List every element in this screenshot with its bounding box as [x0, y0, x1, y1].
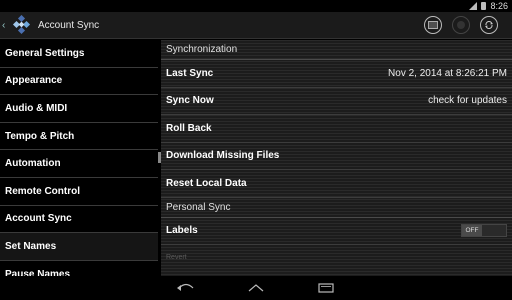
synchronization-header: Synchronization [161, 40, 512, 60]
signal-icon [469, 2, 478, 10]
labels-row: Labels OFF [161, 218, 512, 245]
app-title: Account Sync [38, 19, 100, 31]
roll-back-row[interactable]: Roll Back [161, 115, 512, 143]
back-nav-icon[interactable] [175, 281, 197, 295]
back-chevron-icon[interactable]: ‹ [2, 20, 12, 31]
battery-icon [481, 2, 487, 10]
action-bar-actions [424, 16, 498, 34]
sidebar-item-general-settings[interactable]: General Settings [0, 40, 158, 68]
settings-sidebar: General Settings Appearance Audio & MIDI… [0, 40, 158, 276]
roll-back-label: Roll Back [166, 122, 212, 134]
home-nav-icon[interactable] [245, 281, 267, 295]
app-logo-icon[interactable] [12, 14, 32, 35]
reset-local-data-label: Reset Local Data [166, 177, 247, 189]
sidebar-item-pause-names[interactable]: Pause Names [0, 261, 158, 276]
sync-icon[interactable] [480, 16, 498, 34]
record-icon[interactable] [452, 16, 470, 34]
sidebar-item-automation[interactable]: Automation [0, 150, 158, 178]
download-missing-files-label: Download Missing Files [166, 150, 280, 162]
labels-toggle[interactable]: OFF [461, 224, 507, 238]
reset-local-data-row[interactable]: Reset Local Data [161, 170, 512, 198]
last-sync-value: Nov 2, 2014 at 8:26:21 PM [388, 67, 507, 79]
sync-now-value: check for updates [428, 95, 507, 107]
account-sync-panel: Synchronization Last Sync Nov 2, 2014 at… [161, 40, 512, 276]
keyboard-icon[interactable] [424, 16, 442, 34]
sidebar-item-remote-control[interactable]: Remote Control [0, 178, 158, 206]
sidebar-item-audio-midi[interactable]: Audio & MIDI [0, 95, 158, 123]
revert-button[interactable]: Revert [161, 245, 512, 269]
action-bar: ‹ Account Sync [0, 12, 512, 39]
sync-now-label: Sync Now [166, 95, 214, 107]
labels-label: Labels [166, 225, 198, 237]
status-bar: 8:26 [0, 0, 512, 12]
sidebar-item-account-sync[interactable]: Account Sync [0, 206, 158, 234]
sidebar-item-tempo-pitch[interactable]: Tempo & Pitch [0, 123, 158, 151]
status-time: 8:26 [490, 1, 508, 11]
download-missing-files-row[interactable]: Download Missing Files [161, 143, 512, 170]
last-sync-label: Last Sync [166, 67, 214, 79]
navigation-bar [0, 276, 512, 300]
sync-now-row[interactable]: Sync Now check for updates [161, 88, 512, 115]
labels-toggle-state: OFF [462, 225, 482, 237]
personal-sync-header: Personal Sync [161, 198, 512, 218]
sidebar-item-appearance[interactable]: Appearance [0, 68, 158, 96]
last-sync-row: Last Sync Nov 2, 2014 at 8:26:21 PM [161, 60, 512, 88]
recent-apps-nav-icon[interactable] [315, 281, 337, 295]
sidebar-item-set-names[interactable]: Set Names [0, 233, 158, 261]
